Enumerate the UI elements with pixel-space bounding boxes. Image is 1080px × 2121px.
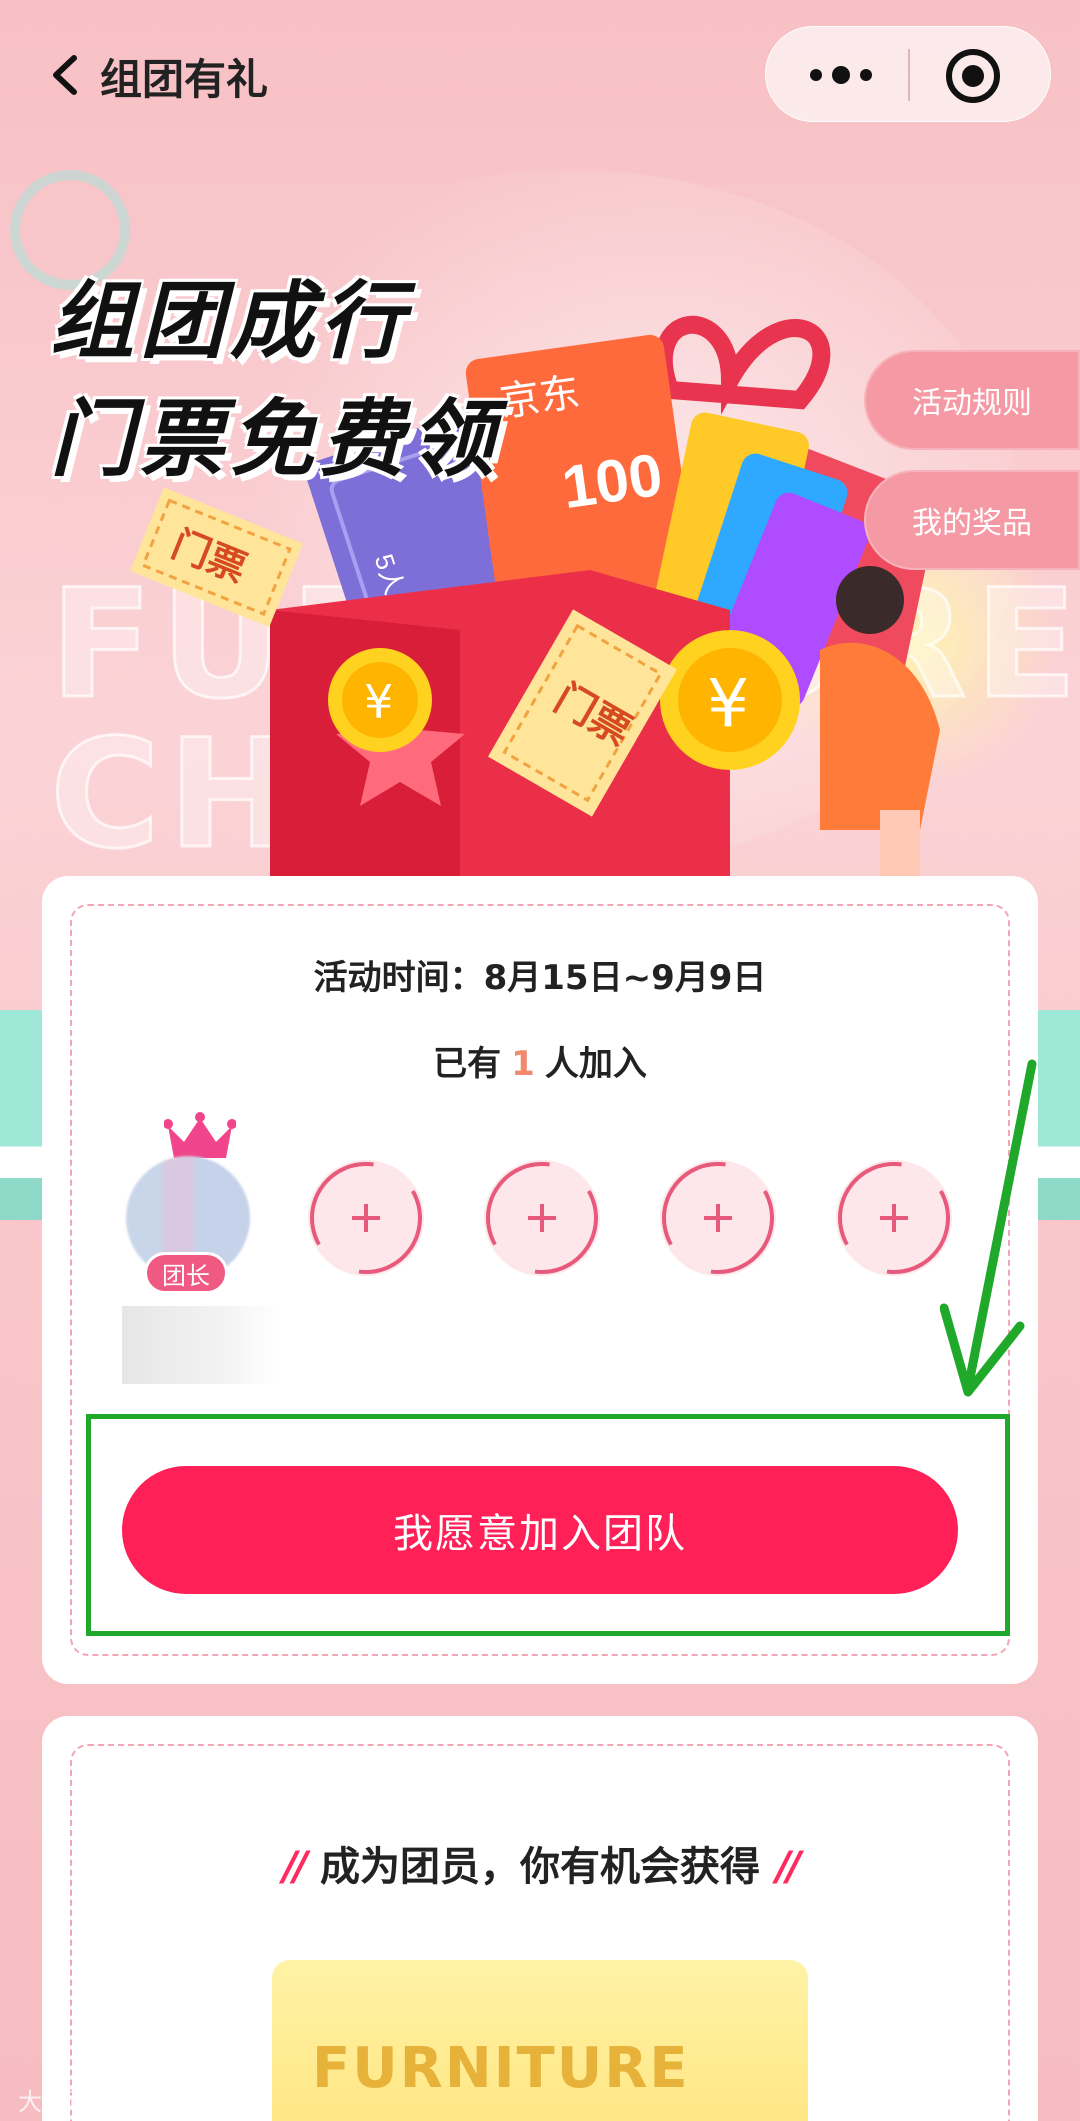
joined-status: 已有 1 人加入	[42, 1036, 1038, 1085]
benefits-title-text: 成为团员，你有机会获得	[320, 1844, 760, 1890]
my-prizes-button[interactable]: 我的奖品	[864, 470, 1080, 570]
floating-ticket: 门票	[130, 487, 303, 628]
joined-suffix: 人加入	[544, 1044, 647, 1084]
add-member-icon	[838, 1162, 950, 1274]
svg-text:¥: ¥	[364, 675, 393, 729]
ticket-preview-text: FURNITURE	[312, 2036, 690, 2101]
add-member-icon	[310, 1162, 422, 1274]
slash-decoration-icon: //	[282, 1844, 308, 1890]
back-arrow-icon	[53, 55, 77, 95]
empty-member-slot[interactable]	[660, 1160, 776, 1276]
benefits-card: // 成为团员，你有机会获得 // FURNITURE	[42, 1716, 1038, 2121]
back-button[interactable]	[46, 50, 86, 100]
source-watermark: 大数跨境	[18, 2088, 114, 2116]
crown-icon	[164, 1112, 236, 1158]
activity-time: 活动时间：8月15日~9月9日	[313, 958, 767, 998]
capsule-divider	[908, 49, 910, 101]
add-member-icon	[486, 1162, 598, 1274]
svg-text:¥: ¥	[707, 665, 749, 742]
hero-banner: FURNITURE CHINA 5人成团 京东 100 ¥	[0, 130, 1080, 890]
joined-count: 1	[511, 1044, 535, 1084]
benefits-title: // 成为团员，你有机会获得 //	[42, 1834, 1038, 1892]
annotation-highlight-box	[86, 1414, 1010, 1636]
empty-member-slot[interactable]	[836, 1160, 952, 1276]
annotation-arrow-icon	[940, 1059, 1037, 1397]
add-member-icon	[662, 1162, 774, 1274]
activity-rules-button[interactable]: 活动规则	[864, 350, 1080, 450]
joined-prefix: 已有	[433, 1044, 502, 1084]
hero-title-line-1: 组团成行	[50, 272, 411, 370]
mini-program-capsule	[765, 26, 1051, 122]
leader-name-blurred	[122, 1306, 282, 1384]
nav-bar: 组团有礼	[0, 0, 1080, 150]
slash-decoration-icon: //	[776, 1844, 801, 1890]
empty-member-slot[interactable]	[484, 1160, 600, 1276]
empty-member-slot[interactable]	[308, 1160, 424, 1276]
close-target-icon[interactable]	[944, 47, 1002, 105]
team-leader: 团长	[126, 1112, 266, 1312]
more-dots-icon[interactable]	[806, 57, 876, 93]
leader-badge: 团长	[144, 1252, 228, 1294]
page-title: 组团有礼	[100, 55, 269, 104]
hero-title-line-2: 门票免费领	[50, 390, 501, 488]
jd-card-amount: 100	[558, 441, 666, 521]
hero-title: 组团成行 门票免费领	[50, 262, 500, 498]
